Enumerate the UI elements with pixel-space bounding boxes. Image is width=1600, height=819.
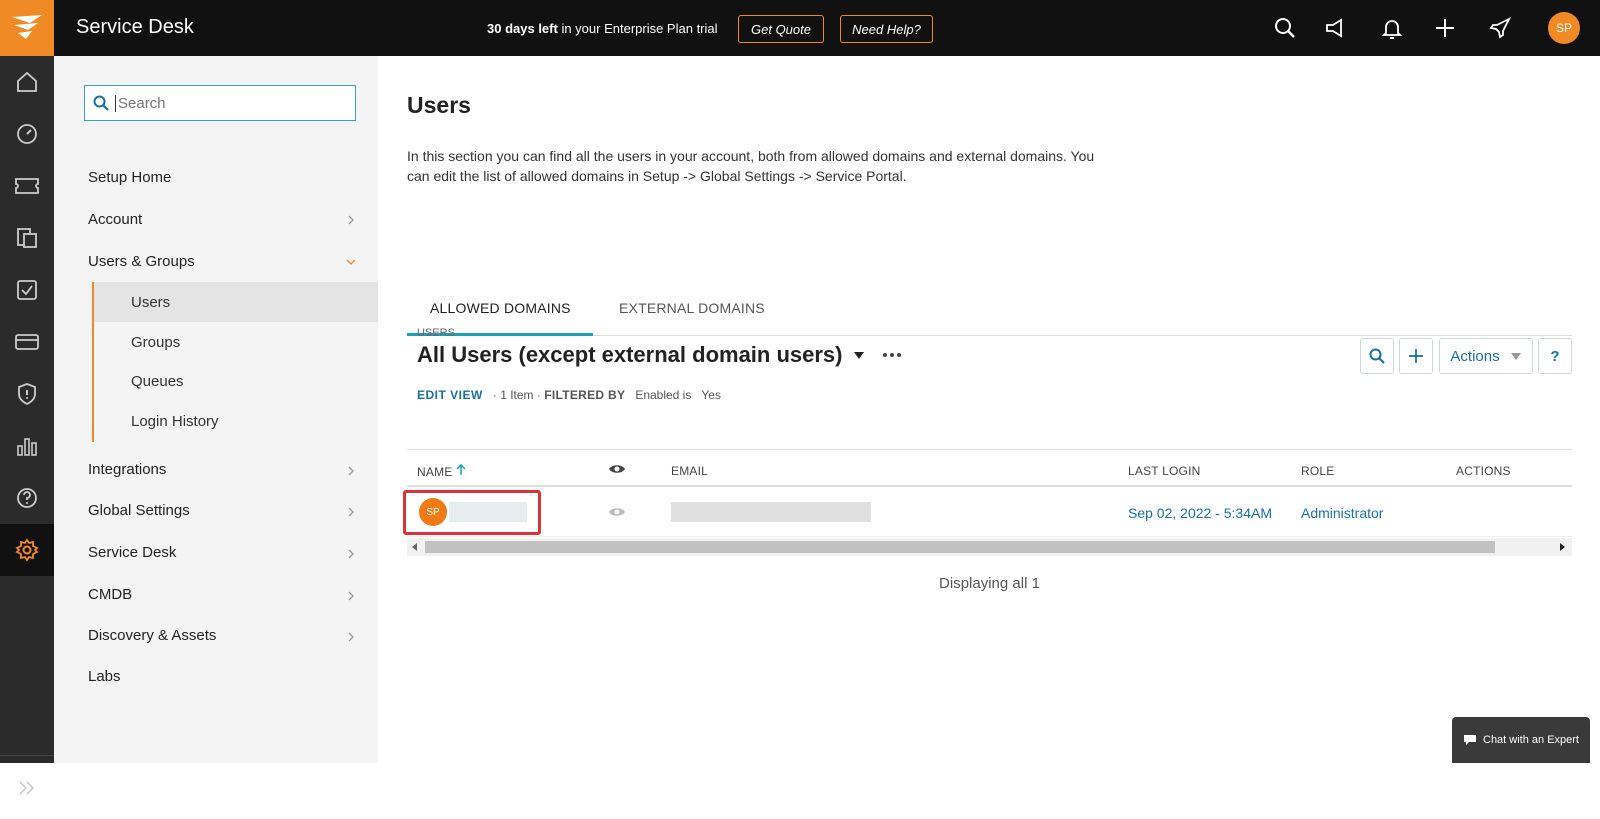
get-quote-button[interactable]: Get Quote <box>738 15 824 43</box>
help-button[interactable]: ? <box>1538 338 1572 374</box>
actions-dropdown[interactable]: Actions <box>1439 338 1533 374</box>
shield-icon[interactable] <box>0 368 54 420</box>
sidebar-search[interactable] <box>84 85 356 121</box>
logo[interactable] <box>0 0 54 56</box>
chevron-right-icon <box>348 215 354 225</box>
app-title: Service Desk <box>76 16 194 38</box>
filter-summary: EDIT VIEW · 1 Item · FILTERED BY Enabled… <box>417 388 721 402</box>
filter-value: Yes <box>701 388 721 402</box>
scroll-thumb[interactable] <box>425 541 1495 553</box>
chevron-down-icon <box>346 259 356 265</box>
nav-service-desk[interactable]: Service Desk <box>88 544 176 561</box>
nav-users-groups[interactable]: Users & Groups <box>88 253 195 270</box>
domain-tabs: ALLOWED DOMAINS EXTERNAL DOMAINS <box>407 216 1572 336</box>
redacted-email <box>671 502 871 522</box>
nav-discovery-assets[interactable]: Discovery & Assets <box>88 627 216 644</box>
filtered-by-label: FILTERED BY <box>544 388 626 402</box>
col-name[interactable]: NAME <box>417 463 466 479</box>
filter-field: Enabled is <box>635 388 692 402</box>
icon-rail <box>0 56 54 795</box>
nav-global-settings[interactable]: Global Settings <box>88 502 190 519</box>
caret-down-icon[interactable] <box>853 350 865 360</box>
chevron-right-icon <box>348 632 354 642</box>
tab-allowed-domains[interactable]: ALLOWED DOMAINS <box>430 300 571 316</box>
more-dots-icon[interactable] <box>881 350 903 360</box>
actions-label: Actions <box>1450 347 1500 365</box>
settings-gear-icon[interactable] <box>0 524 54 576</box>
bell-icon[interactable] <box>1380 16 1404 40</box>
horizontal-scrollbar[interactable] <box>407 538 1572 556</box>
section-label: USERS <box>417 327 455 339</box>
page-title: Users <box>407 92 471 118</box>
col-role[interactable]: ROLE <box>1301 464 1334 478</box>
chat-bubble-icon <box>1464 735 1476 745</box>
user-avatar[interactable]: SP <box>1548 12 1580 44</box>
col-last-login[interactable]: LAST LOGIN <box>1128 464 1200 478</box>
plus-icon <box>1409 349 1423 363</box>
expand-chevrons-icon[interactable] <box>0 755 54 819</box>
add-user-button[interactable] <box>1399 338 1433 374</box>
home-icon[interactable] <box>0 56 54 108</box>
search-icon <box>1369 348 1385 364</box>
megaphone-icon[interactable] <box>1323 16 1347 40</box>
highlight-box <box>403 490 541 535</box>
nav-account[interactable]: Account <box>88 211 142 228</box>
reports-icon[interactable] <box>0 420 54 472</box>
top-bar: Service Desk 30 days left in your Enterp… <box>0 0 1600 56</box>
chevron-right-icon <box>348 466 354 476</box>
visibility-eye-icon[interactable] <box>608 463 626 475</box>
scroll-left-icon[interactable] <box>412 543 418 551</box>
chat-label: Chat with an Expert <box>1483 734 1579 746</box>
dashboard-icon[interactable] <box>0 108 54 160</box>
nav-labs[interactable]: Labs <box>88 668 121 685</box>
sort-ascending-icon <box>456 463 466 475</box>
chevron-right-icon <box>348 591 354 601</box>
main-content: Users In this section you can find all t… <box>378 56 1600 763</box>
edit-view-link[interactable]: EDIT VIEW <box>417 388 483 402</box>
col-actions: ACTIONS <box>1456 464 1511 478</box>
nav-cmdb[interactable]: CMDB <box>88 586 132 603</box>
search-icon <box>93 95 109 111</box>
page-description: In this section you can find all the use… <box>407 148 1095 184</box>
plus-icon[interactable] <box>1433 16 1457 40</box>
table-search-button[interactable] <box>1360 338 1394 374</box>
role-value[interactable]: Administrator <box>1301 505 1383 521</box>
setup-sidebar: Setup Home Account Users & Groups Users … <box>54 56 378 763</box>
chevron-right-icon <box>348 507 354 517</box>
task-check-icon[interactable] <box>0 264 54 316</box>
table-footer: Displaying all 1 <box>939 575 1040 592</box>
nav-integrations[interactable]: Integrations <box>88 461 166 478</box>
subnav-queues[interactable]: Queues <box>94 361 378 401</box>
caret-down-icon <box>1510 353 1521 360</box>
nav-setup-home[interactable]: Setup Home <box>88 169 171 186</box>
item-count: · 1 Item · <box>492 388 541 402</box>
documents-icon[interactable] <box>0 212 54 264</box>
view-title: All Users (except external domain users) <box>417 342 843 367</box>
view-selector[interactable]: All Users (except external domain users) <box>417 342 903 368</box>
rocket-icon[interactable] <box>1488 16 1512 40</box>
chat-widget[interactable]: Chat with an Expert <box>1452 717 1590 763</box>
table-header: NAME EMAIL LAST LOGIN ROLE ACTIONS <box>407 449 1572 487</box>
need-help-button[interactable]: Need Help? <box>840 15 933 43</box>
subnav-groups[interactable]: Groups <box>94 322 378 362</box>
col-email[interactable]: EMAIL <box>671 464 708 478</box>
scroll-right-icon[interactable] <box>1560 543 1566 551</box>
visibility-eye-icon[interactable] <box>608 506 626 518</box>
trial-notice: 30 days left in your Enterprise Plan tri… <box>487 21 718 36</box>
chevron-right-icon <box>348 549 354 559</box>
subnav-login-history[interactable]: Login History <box>94 401 378 441</box>
solarwinds-logo-icon <box>12 15 42 39</box>
table-row[interactable]: SP Sep 02, 2022 - 5:34AM Administrator <box>403 487 1572 537</box>
search-icon[interactable] <box>1273 16 1297 40</box>
search-input[interactable] <box>115 94 335 112</box>
tab-external-domains[interactable]: EXTERNAL DOMAINS <box>619 300 765 316</box>
card-icon[interactable] <box>0 316 54 368</box>
ticket-icon[interactable] <box>0 160 54 212</box>
help-circle-icon[interactable] <box>0 472 54 524</box>
subnav-users[interactable]: Users <box>94 282 378 322</box>
last-login-value: Sep 02, 2022 - 5:34AM <box>1128 505 1272 521</box>
